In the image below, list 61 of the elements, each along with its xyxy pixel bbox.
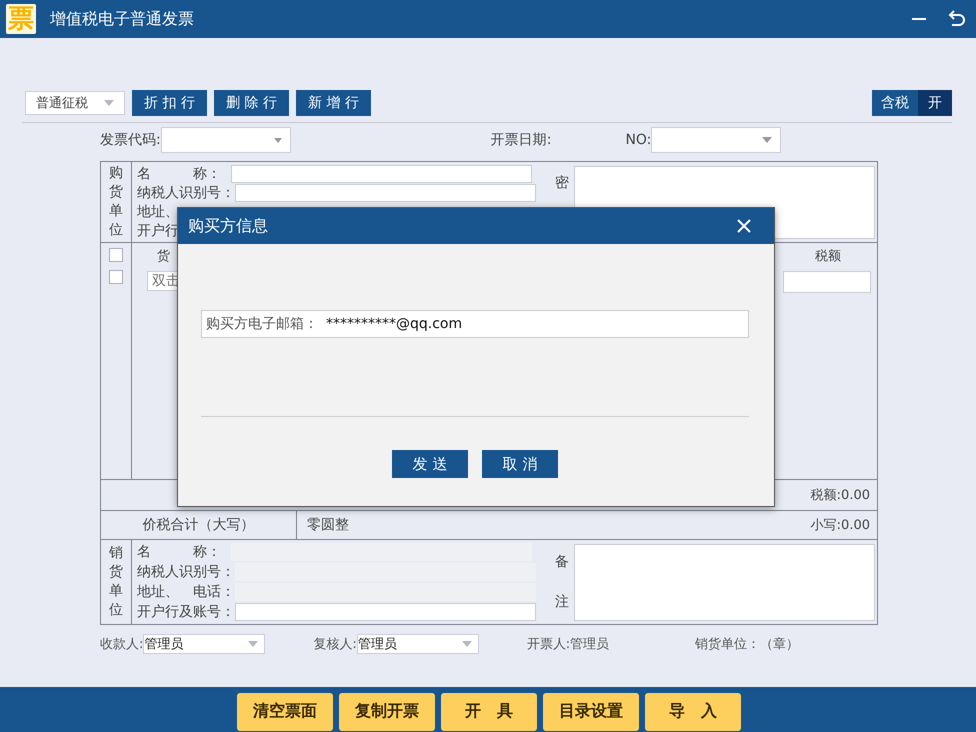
- caret-icon: [248, 641, 258, 647]
- tax-amount-field[interactable]: [783, 271, 871, 293]
- toggle-label: 含税: [880, 94, 910, 113]
- caret-icon: [274, 138, 282, 142]
- app-logo: 票: [6, 4, 36, 34]
- invoice-number-label: NO:: [625, 132, 652, 148]
- action-button[interactable]: 目录设置: [543, 692, 639, 730]
- field-label: 纳税人识别号：: [137, 184, 235, 202]
- close-icon[interactable]: [736, 218, 752, 234]
- total-amount: 小写:0.00: [810, 517, 871, 534]
- signer-text: 销货单位：（章）: [695, 636, 800, 653]
- signer-label: 复核人:: [313, 636, 357, 653]
- input-field[interactable]: [231, 164, 532, 182]
- signer-select[interactable]: 管理员: [143, 634, 266, 654]
- total-in-words: 零圆整: [306, 516, 349, 534]
- input-field[interactable]: [235, 184, 536, 202]
- tax-type-select[interactable]: 普通征税: [25, 91, 125, 115]
- toolbar-button[interactable]: 折 扣 行: [132, 90, 207, 116]
- field-label: 地址、 电话：: [137, 583, 235, 601]
- window-title: 增值税电子普通发票: [50, 8, 194, 30]
- invoice-code-field[interactable]: [160, 127, 291, 153]
- buyer-side-label: 购货单位: [101, 162, 132, 242]
- field-label: 名 称：: [137, 164, 221, 182]
- invoice-number-field[interactable]: [651, 127, 782, 153]
- checkbox[interactable]: [109, 270, 123, 284]
- caret-icon: [762, 137, 772, 143]
- signer-label: 收款人:: [100, 636, 144, 653]
- remark-area[interactable]: [574, 544, 875, 621]
- invoice-code-label: 发票代码:: [100, 131, 161, 149]
- total-label: 价税合计（大写）: [101, 511, 297, 539]
- email-field[interactable]: 购买方电子邮箱： **********@qq.com: [201, 310, 749, 338]
- seller-side-label: 销货单位: [101, 540, 132, 624]
- caret-icon: [104, 100, 114, 106]
- column-header: 税额: [814, 248, 842, 265]
- dialog-button[interactable]: 发 送: [392, 450, 468, 478]
- field-label: 开户行及账号：: [137, 603, 235, 621]
- remark-label: 备注: [554, 553, 570, 612]
- back-arrow-icon[interactable]: [946, 10, 966, 28]
- tax-toggle[interactable]: 含税 开: [872, 90, 952, 116]
- toolbar-button[interactable]: 新 增 行: [296, 90, 371, 116]
- field-label: 开户行: [137, 222, 179, 240]
- dialog-button[interactable]: 取 消: [482, 450, 558, 478]
- field-label: 纳税人识别号：: [137, 563, 235, 581]
- signer-text: 开票人:管理员: [526, 636, 610, 653]
- toolbar-button[interactable]: 删 除 行: [214, 90, 289, 116]
- field-label: 名 称：: [137, 543, 221, 561]
- checkbox[interactable]: [109, 248, 123, 262]
- action-button[interactable]: 复制开票: [339, 692, 435, 730]
- tax-total: 税额:0.00: [810, 487, 870, 504]
- toggle-state[interactable]: 开: [918, 90, 952, 116]
- column-header: 货: [156, 248, 170, 265]
- action-button[interactable]: 导 入: [645, 692, 741, 730]
- issue-date-label: 开票日期:: [490, 131, 552, 149]
- field-label: 地址、: [137, 202, 179, 220]
- action-button[interactable]: 开 具: [441, 692, 537, 730]
- input-field[interactable]: [235, 603, 536, 621]
- cipher-label: 密: [554, 174, 570, 193]
- dialog-title: 购买方信息: [188, 216, 268, 236]
- signer-select[interactable]: 管理员: [356, 634, 479, 654]
- action-button[interactable]: 清空票面: [237, 692, 333, 730]
- caret-icon: [462, 641, 472, 647]
